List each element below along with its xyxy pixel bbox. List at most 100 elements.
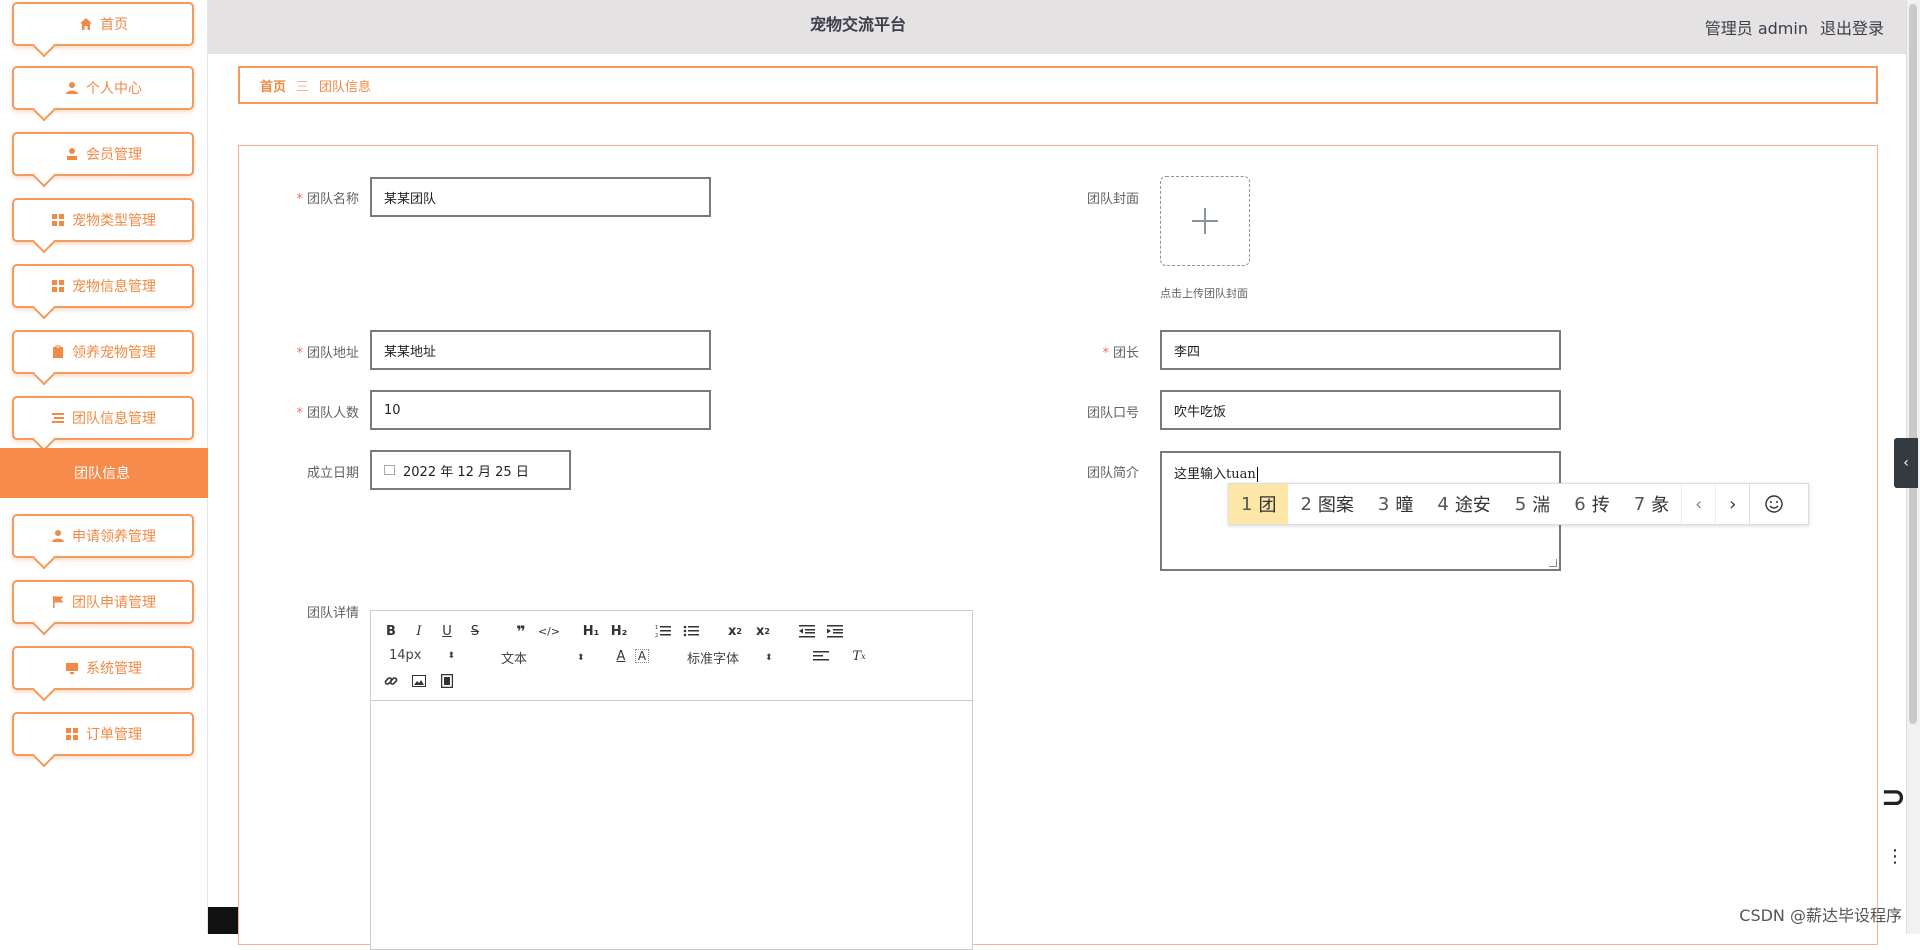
flag-icon	[50, 594, 66, 610]
leader-input[interactable]: 李四	[1160, 330, 1561, 370]
founded-date-label: 成立日期	[269, 462, 359, 481]
ime-candidate-bar: 1团 2图案 3曈 4途安 5湍 6抟 7彖 ‹ ›	[1228, 483, 1809, 525]
founded-date-value: 2022 年 12 月 25 日	[403, 461, 529, 480]
home-icon	[78, 16, 94, 32]
strikethrough-icon[interactable]: S	[465, 621, 485, 641]
superscript-icon[interactable]: x2	[753, 621, 773, 641]
sidebar-item-team-requests[interactable]: 团队申请管理	[12, 580, 194, 624]
intro-label: 团队简介	[1049, 462, 1139, 481]
user-icon	[64, 80, 80, 96]
outdent-icon[interactable]	[797, 621, 817, 641]
paragraph-select[interactable]: 文本⬍	[501, 648, 585, 667]
logout-link[interactable]: 退出登录	[1820, 15, 1884, 39]
collapse-panel-button[interactable]: ‹	[1894, 438, 1918, 488]
resize-handle[interactable]	[1549, 559, 1557, 567]
team-name-input[interactable]: 某某团队	[370, 177, 711, 217]
slogan-input[interactable]: 吹牛吃饭	[1160, 390, 1561, 430]
align-icon[interactable]	[811, 646, 831, 666]
ime-prev-page-icon[interactable]: ‹	[1681, 484, 1715, 524]
sidebar-item-pet-info[interactable]: 宠物信息管理	[12, 264, 194, 308]
sidebar-subitem-team-info-active[interactable]: 团队信息	[0, 448, 208, 498]
sidebar: 首页 个人中心 会员管理 宠物类型管理 宠物信息管理 领养宠物管理 团队信息管理…	[0, 0, 208, 934]
detail-label: 团队详情	[269, 602, 359, 621]
bold-icon[interactable]: B	[381, 621, 401, 641]
address-input[interactable]: 某某地址	[370, 330, 711, 370]
clear-format-icon[interactable]: Tx	[849, 646, 869, 666]
heading1-icon[interactable]: H₁	[581, 621, 601, 641]
sidebar-item-label: 首页	[100, 14, 128, 34]
ime-candidate[interactable]: 5湍	[1503, 484, 1562, 524]
ime-candidate[interactable]: 4途安	[1425, 484, 1502, 524]
ime-candidate[interactable]: 7彖	[1622, 484, 1681, 524]
ime-candidate[interactable]: 1团	[1229, 484, 1288, 524]
clipboard-icon	[50, 344, 66, 360]
breadcrumb-home[interactable]: 首页	[260, 76, 286, 95]
sidebar-item-home[interactable]: 首页	[12, 2, 194, 46]
sidebar-item-profile[interactable]: 个人中心	[12, 66, 194, 110]
member-count-label: *团队人数	[269, 402, 359, 421]
sidebar-item-system[interactable]: 系统管理	[12, 646, 194, 690]
app-title: 宠物交流平台	[208, 0, 1508, 54]
underline-icon[interactable]: U	[437, 621, 457, 641]
ime-next-page-icon[interactable]: ›	[1715, 484, 1749, 524]
sidebar-item-orders[interactable]: 订单管理	[12, 712, 194, 756]
monitor-icon	[64, 660, 80, 676]
sidebar-item-adopt-pets[interactable]: 领养宠物管理	[12, 330, 194, 374]
sidebar-item-label: 团队信息管理	[72, 408, 156, 428]
text-caret	[1257, 467, 1258, 482]
font-family-select[interactable]: 标准字体⬍	[687, 648, 773, 667]
watermark: CSDN @薪达毕设程序	[1739, 902, 1902, 926]
editor-toolbar: B I U S ❞ </> H₁ H₂ 12 x2 x2 14px⬍ 文本⬍	[371, 611, 972, 701]
sidebar-item-label: 申请领养管理	[72, 526, 156, 546]
cover-upload-button[interactable]	[1160, 176, 1250, 266]
link-icon[interactable]	[381, 671, 401, 691]
select-arrows-icon: ⬍	[448, 651, 456, 661]
sidebar-item-pet-types[interactable]: 宠物类型管理	[12, 198, 194, 242]
subscript-icon[interactable]: x2	[725, 621, 745, 641]
image-icon[interactable]	[409, 671, 429, 691]
ime-candidate[interactable]: 6抟	[1562, 484, 1621, 524]
rich-text-editor: B I U S ❞ </> H₁ H₂ 12 x2 x2 14px⬍ 文本⬍	[370, 610, 973, 950]
sidebar-item-label: 系统管理	[86, 658, 142, 678]
bullet-list-icon[interactable]	[681, 621, 701, 641]
code-block-icon[interactable]: </>	[539, 621, 559, 641]
member-count-input[interactable]: 10	[370, 390, 711, 430]
member-icon	[64, 146, 80, 162]
italic-icon[interactable]: I	[409, 621, 429, 641]
sidebar-item-label: 个人中心	[86, 78, 142, 98]
address-label: *团队地址	[269, 342, 359, 361]
sidebar-item-label: 订单管理	[86, 724, 142, 744]
emoji-icon[interactable]	[1749, 484, 1797, 524]
indent-icon[interactable]	[825, 621, 845, 641]
font-color-icon[interactable]: A	[611, 646, 631, 666]
top-header: 宠物交流平台 管理员 admin 退出登录	[208, 0, 1912, 54]
ime-candidate[interactable]: 2图案	[1288, 484, 1365, 524]
sidebar-item-team-info[interactable]: 团队信息管理	[12, 396, 194, 440]
breadcrumb: 首页 三 团队信息	[238, 66, 1878, 104]
sidebar-item-label: 团队申请管理	[72, 592, 156, 612]
grid-icon	[64, 726, 80, 742]
scrollbar-thumb[interactable]	[1909, 4, 1917, 724]
sidebar-item-adopt-requests[interactable]: 申请领养管理	[12, 514, 194, 558]
heading2-icon[interactable]: H₂	[609, 621, 629, 641]
font-size-select[interactable]: 14px⬍	[389, 648, 455, 663]
ime-candidate[interactable]: 3曈	[1366, 484, 1425, 524]
ordered-list-icon[interactable]: 12	[653, 621, 673, 641]
sidebar-item-label: 会员管理	[86, 144, 142, 164]
sidebar-item-label: 宠物类型管理	[72, 210, 156, 230]
grid-icon	[50, 278, 66, 294]
cover-upload-tip: 点击上传团队封面	[1160, 285, 1248, 301]
editor-content-area[interactable]	[371, 701, 972, 949]
breadcrumb-current: 团队信息	[319, 76, 371, 95]
leader-label: *团长	[1049, 342, 1139, 361]
calendar-icon	[384, 465, 395, 475]
sidebar-item-members[interactable]: 会员管理	[12, 132, 194, 176]
header-user-area: 管理员 admin 退出登录	[1705, 15, 1884, 39]
sidebar-item-label: 宠物信息管理	[72, 276, 156, 296]
blockquote-icon[interactable]: ❞	[511, 621, 531, 641]
cover-label: 团队封面	[1049, 188, 1139, 207]
founded-date-picker[interactable]: 2022 年 12 月 25 日	[370, 450, 571, 490]
background-color-icon[interactable]: A	[635, 649, 649, 663]
video-icon[interactable]	[437, 671, 457, 691]
current-user: 管理员 admin	[1705, 15, 1808, 39]
